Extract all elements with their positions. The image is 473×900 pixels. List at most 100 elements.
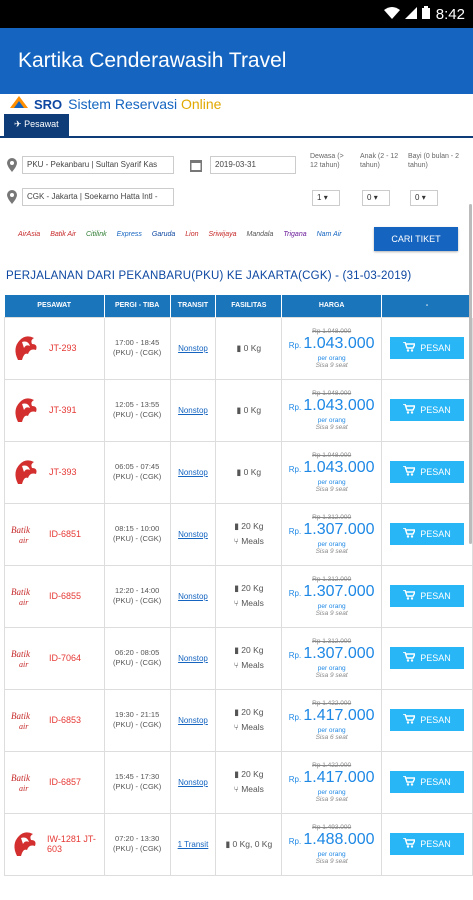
seats-left: Sisa 6 seat	[315, 733, 348, 741]
signal-icon	[404, 6, 417, 23]
baggage-value: 0 Kg	[243, 404, 262, 415]
meals-icon: ⑂	[233, 784, 239, 794]
facility-cell: ▮ 0 Kg ⑂	[215, 378, 283, 442]
transit-cell: Nonstop	[169, 626, 217, 690]
meals-icon: ⑂	[233, 722, 239, 732]
origin-input[interactable]: PKU - Pekanbaru | Sultan Syarif Kas	[22, 156, 174, 174]
search-ticket-button[interactable]: CARI TIKET	[374, 227, 458, 251]
transit-cell: Nonstop	[169, 378, 217, 442]
transit-link[interactable]: 1 Transit	[178, 840, 209, 849]
facility-cell: ▮ 20 Kg ⑂ Meals	[215, 626, 283, 690]
book-button[interactable]: PESAN	[390, 833, 465, 855]
wifi-icon	[383, 6, 400, 23]
price-cell: Rp 1.493.000 Rp. 1.488.000 per orang Sis…	[281, 812, 383, 876]
action-cell: PESAN	[381, 564, 473, 628]
price-cell: Rp 1.312.000 Rp. 1.307.000 per orang Sis…	[281, 626, 383, 690]
departure-arrival: 15:45 - 17:30	[115, 772, 160, 781]
transit-cell: 1 Transit	[169, 812, 217, 876]
flight-code: ID-6855	[49, 591, 82, 601]
book-button[interactable]: PESAN	[390, 709, 465, 731]
seats-left: Sisa 9 seat	[315, 857, 348, 865]
price: Rp. 1.043.000	[288, 396, 375, 414]
book-button[interactable]: PESAN	[390, 337, 465, 359]
old-price: Rp 1.312.000	[312, 575, 352, 583]
airline-logo[interactable]: AirAsia	[18, 231, 40, 238]
book-button[interactable]: PESAN	[390, 461, 465, 483]
transit-link[interactable]: Nonstop	[178, 530, 208, 539]
baggage-icon: ▮	[236, 404, 242, 415]
airline-logo[interactable]: Trigana	[283, 231, 306, 238]
airline-logo[interactable]: Mandala	[247, 231, 274, 238]
action-cell: PESAN	[381, 440, 473, 504]
transit-link[interactable]: Nonstop	[178, 468, 208, 477]
col-header: HARGA	[281, 295, 383, 317]
transit-link[interactable]: Nonstop	[178, 716, 208, 725]
tab-pesawat[interactable]: ✈ Pesawat	[4, 114, 69, 136]
baggage-value: 20 Kg	[241, 583, 264, 593]
price-cell: Rp 1.422.000 Rp. 1.417.000 per orang Sis…	[281, 688, 383, 752]
child-select[interactable]: 0 ▾	[362, 190, 390, 206]
table-row: Batik air ID-6857 15:45 - 17:30 (PKU) - (…	[4, 750, 473, 814]
airline-logo[interactable]: Sriwijaya	[209, 231, 237, 238]
location-pin-icon	[7, 158, 17, 172]
price: Rp. 1.488.000	[288, 830, 375, 848]
book-button[interactable]: PESAN	[390, 523, 465, 545]
meals-icon: ⑂	[233, 660, 239, 670]
old-price: Rp 1.422.000	[312, 699, 352, 707]
price: Rp. 1.043.000	[288, 458, 375, 476]
airline-logo[interactable]: Garuda	[152, 231, 175, 238]
airline-logo[interactable]: Batik Air	[50, 231, 76, 238]
cart-icon	[403, 837, 417, 850]
meals-value: Meals	[241, 598, 264, 608]
seats-left: Sisa 9 seat	[315, 485, 348, 493]
transit-link[interactable]: Nonstop	[178, 406, 208, 415]
date-input[interactable]: 2019-03-31	[210, 156, 296, 174]
flight-cell: Batik air ID-6853	[4, 688, 105, 752]
route-codes: (PKU) - (CGK)	[112, 720, 162, 729]
airline-logo[interactable]: Lion	[185, 231, 198, 238]
clock: 8:42	[435, 5, 465, 23]
per-person: per orang	[317, 726, 346, 734]
price: Rp. 1.417.000	[288, 768, 375, 786]
book-button[interactable]: PESAN	[390, 399, 465, 421]
app-title: Kartika Cenderawasih Travel	[18, 49, 287, 72]
flight-code: JT-393	[49, 467, 77, 477]
flight-cell: Batik air ID-7064	[4, 626, 105, 690]
cart-icon	[403, 589, 417, 602]
adult-select[interactable]: 1 ▾	[312, 190, 340, 206]
route-codes: (PKU) - (CGK)	[112, 658, 162, 667]
airline-logo[interactable]: Express	[117, 231, 142, 238]
facility-cell: ▮ 20 Kg ⑂ Meals	[215, 688, 283, 752]
transit-link[interactable]: Nonstop	[178, 344, 208, 353]
transit-link[interactable]: Nonstop	[178, 778, 208, 787]
airline-logo[interactable]: Nam Air	[317, 231, 342, 238]
flight-code: JT-293	[49, 343, 77, 353]
per-person: per orang	[317, 540, 346, 548]
route-codes: (PKU) - (CGK)	[112, 534, 162, 543]
scrollbar[interactable]	[469, 204, 472, 544]
web-content[interactable]: SRO Sistem Reservasi Online ✈ Pesawat PK…	[0, 94, 473, 900]
transit-cell: Nonstop	[169, 502, 217, 566]
destination-input[interactable]: CGK - Jakarta | Soekarno Hatta Intl -	[22, 188, 174, 206]
route-codes: (PKU) - (CGK)	[112, 596, 162, 605]
svg-text:Batik: Batik	[11, 649, 31, 659]
col-header: PESAWAT	[4, 295, 105, 317]
batik-air-logo-icon: Batik air	[9, 582, 41, 610]
departure-arrival: 19:30 - 21:15	[115, 710, 160, 719]
transit-link[interactable]: Nonstop	[178, 592, 208, 601]
price-cell: Rp 1.312.000 Rp. 1.307.000 per orang Sis…	[281, 564, 383, 628]
transit-link[interactable]: Nonstop	[178, 654, 208, 663]
infant-select[interactable]: 0 ▾	[410, 190, 438, 206]
transit-cell: Nonstop	[169, 440, 217, 504]
status-bar: 8:42	[0, 0, 473, 28]
flight-code: ID-6857	[49, 777, 82, 787]
battery-icon	[421, 5, 430, 23]
per-person: per orang	[317, 416, 346, 424]
time-cell: 12:05 - 13:55 (PKU) - (CGK)	[103, 378, 171, 442]
airline-logo[interactable]: Citilink	[86, 231, 107, 238]
book-button[interactable]: PESAN	[390, 771, 465, 793]
book-button[interactable]: PESAN	[390, 647, 465, 669]
brand-title: Sistem Reservasi Online	[68, 96, 222, 112]
time-cell: 15:45 - 17:30 (PKU) - (CGK)	[103, 750, 171, 814]
book-button[interactable]: PESAN	[390, 585, 465, 607]
